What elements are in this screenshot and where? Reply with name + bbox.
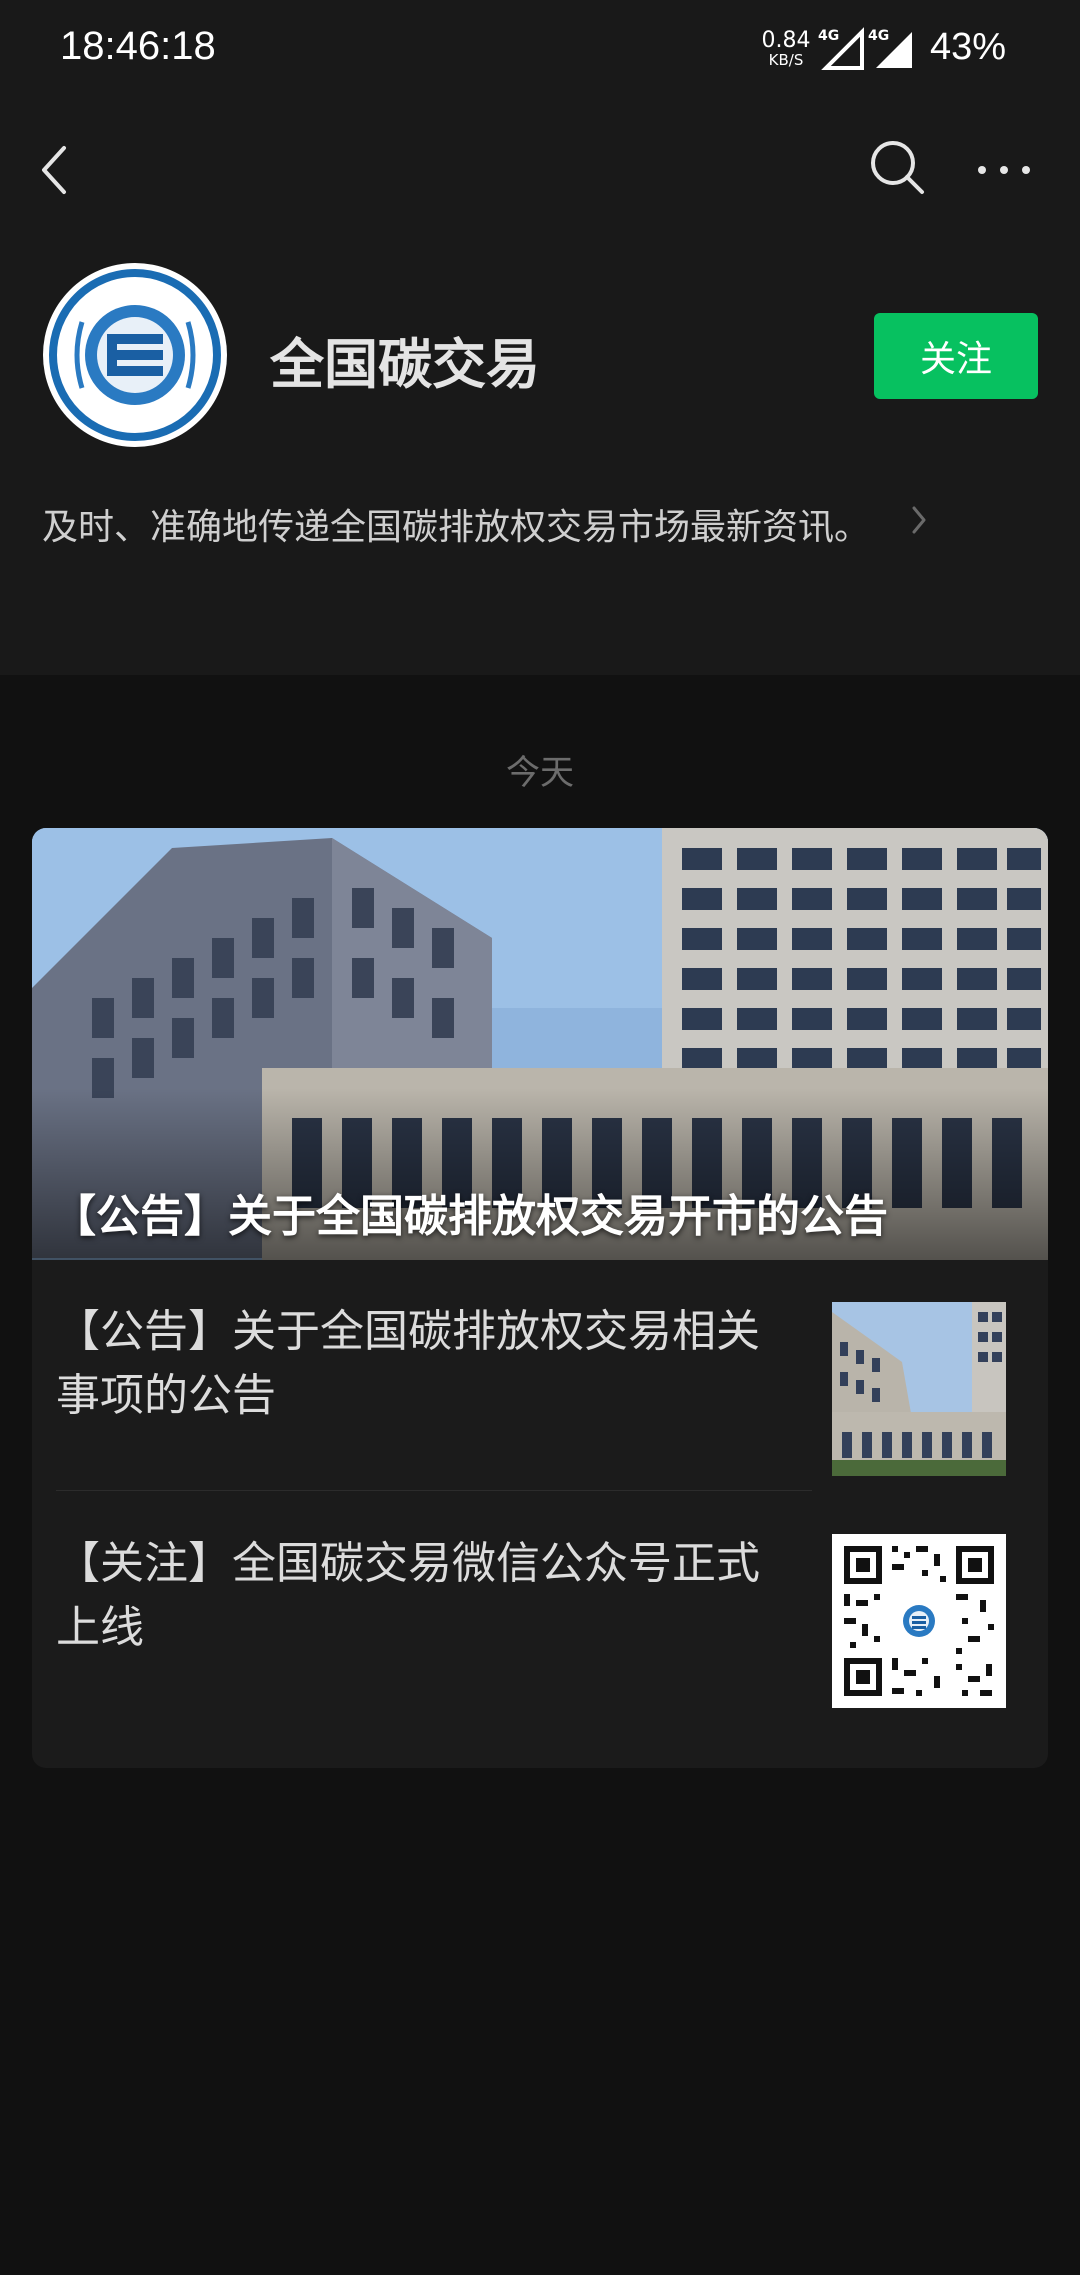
article-card: 【公告】关于全国碳排放权交易开市的公告 【公告】关于全国碳排放权交易相关事项的公…	[32, 828, 1048, 1768]
signal-icon: 4G	[818, 27, 864, 70]
qr-code-thumbnail	[832, 1534, 1006, 1708]
status-bar: 18:46:18 0.84 KB/S 4G 4G 43%	[0, 0, 1080, 100]
chevron-right-icon	[912, 506, 926, 534]
net-speed-value: 0.84	[761, 28, 811, 53]
search-icon[interactable]	[866, 136, 928, 198]
date-label: 今天	[506, 753, 574, 793]
account-avatar[interactable]	[42, 262, 228, 448]
account-description[interactable]: 及时、准确地传递全国碳排放权交易市场最新资讯。	[42, 498, 870, 550]
network-type-1: 4G	[818, 28, 839, 44]
battery-level: 43%	[930, 26, 1007, 68]
article-title: 【公告】关于全国碳排放权交易相关事项的公告	[56, 1306, 760, 1421]
account-name: 全国碳交易	[270, 333, 540, 396]
more-options-icon[interactable]	[974, 150, 1034, 190]
signal-icon-full: 4G	[868, 28, 912, 68]
status-time: 18:46:18	[60, 24, 216, 68]
follow-button[interactable]: 关注	[874, 313, 1038, 399]
cover-article-title: 【公告】关于全国碳排放权交易开市的公告	[52, 1191, 888, 1242]
network-type-2: 4G	[868, 28, 889, 44]
back-icon[interactable]	[30, 140, 80, 200]
divider	[56, 1490, 812, 1491]
article-title: 【关注】全国碳交易微信公众号正式上线	[56, 1538, 760, 1653]
net-speed-unit: KB/S	[768, 51, 804, 69]
article-item[interactable]: 【关注】全国碳交易微信公众号正式上线	[32, 1492, 1048, 1722]
article-thumbnail	[832, 1302, 1006, 1476]
article-item[interactable]: 【公告】关于全国碳排放权交易相关事项的公告	[32, 1260, 1048, 1491]
net-speed: 0.84 KB/S	[758, 28, 814, 69]
